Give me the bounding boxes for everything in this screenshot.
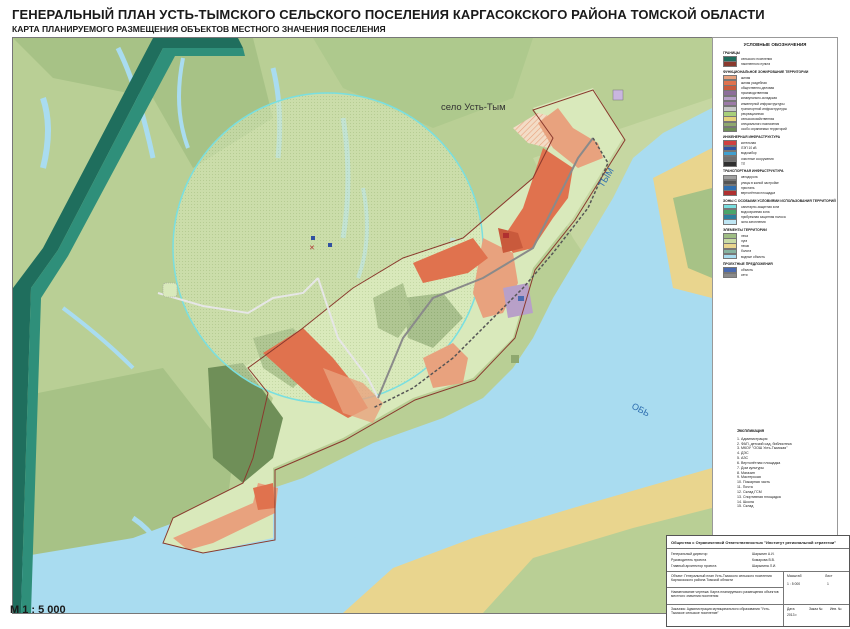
- stamp-customer: Заказчик: Администрация муниципального о…: [671, 607, 770, 615]
- legend-label: очистные сооружения: [741, 156, 774, 161]
- legend-section-heading: ТРАНСПОРТНАЯ ИНФРАСТРУКТУРА: [723, 169, 784, 174]
- legend-label: автодорога: [741, 175, 758, 180]
- legend-title: УСЛОВНЫЕ ОБОЗНАЧЕНИЯ: [743, 42, 807, 47]
- page-subtitle: КАРТА ПЛАНИРУЕМОГО РАЗМЕЩЕНИЯ ОБЪЕКТОВ М…: [12, 24, 386, 34]
- legend-label: прибрежная защитная полоса: [741, 214, 786, 219]
- legend-item: водные объекты: [713, 253, 837, 260]
- legend-label: луга: [741, 238, 748, 243]
- legend-label: сельскохозяйственная: [741, 117, 775, 122]
- legend-label: котельная: [741, 141, 757, 146]
- legend-label: водные объекты: [741, 254, 766, 259]
- legend-section-heading: ЗОНЫ С ОСОБЫМИ УСЛОВИЯМИ ИСПОЛЬЗОВАНИЯ Т…: [723, 198, 836, 203]
- date-caption: Дата: [787, 607, 795, 611]
- stamp-rule: [667, 548, 849, 549]
- legend-label: ТП: [741, 161, 746, 166]
- stamp-name: Комарова В.В.: [752, 558, 775, 562]
- legend-label: сети: [741, 273, 748, 278]
- legend-label: сельского поселения: [741, 56, 772, 61]
- legend-swatch: [723, 219, 737, 226]
- legend-section-heading: ИНЖЕНЕРНАЯ ИНФРАСТРУКТУРА: [723, 135, 781, 140]
- sheet-caption: Лист: [825, 574, 833, 578]
- legend-item: зона затопления: [713, 219, 837, 226]
- legend-label: населенного пункта: [741, 61, 771, 66]
- legend-item: особо охраняемых территорий: [713, 126, 837, 133]
- date-value: 2013 г.: [787, 613, 798, 617]
- stamp-drawing: Наименование чертежа: Карта планируемого…: [671, 590, 779, 598]
- legend-section-heading: ГРАНИЦЫ: [723, 50, 741, 55]
- legend-label: рекреационная: [741, 111, 764, 116]
- page-title: ГЕНЕРАЛЬНЫЙ ПЛАН УСТЬ-ТЫМСКОГО СЕЛЬСКОГО…: [12, 7, 765, 22]
- stamp-object: Объект: Генеральный план Усть-Тымского с…: [671, 574, 772, 582]
- legend-swatch: [723, 253, 737, 260]
- order-caption: Заказ №: [809, 607, 823, 611]
- legend-label: коммунально-складская: [741, 96, 777, 101]
- legend-swatch: [723, 161, 737, 167]
- legend-label: особо охраняемых территорий: [741, 127, 787, 132]
- legend-label: объекты: [741, 268, 754, 273]
- legend-section-heading: ЭЛЕМЕНТЫ ТЕРРИТОРИИ: [723, 227, 767, 232]
- legend-label: транспортной инфраструктуры: [741, 106, 787, 111]
- stamp-rule: [783, 571, 784, 626]
- facility-marker: [511, 355, 519, 363]
- organization-name: Общество с Ограниченной Ответственностью…: [671, 540, 837, 545]
- legend-item: ТП: [713, 161, 837, 167]
- stamp-rule: [667, 604, 849, 605]
- legend-label: ЛЭП 10 кВ: [741, 146, 757, 151]
- legend-label: пристань: [741, 185, 755, 190]
- stamp-role: Главный архитектор проекта: [671, 564, 717, 568]
- sheet-value: 1: [827, 582, 829, 586]
- facility-marker: [503, 233, 509, 238]
- facility-marker: [518, 296, 524, 301]
- legend-sections: ГРАНИЦЫ сельского поселения населенного пу…: [713, 50, 837, 279]
- legend-label: болота: [741, 249, 752, 254]
- legend-label: инженерной инфраструктуры: [741, 101, 785, 106]
- title-block: Общество с Ограниченной Ответственностью…: [666, 535, 850, 627]
- legend-item: населенного пункта: [713, 61, 837, 67]
- map-canvas[interactable]: ✕ село Усть-Тым ТЫМ ОБЬ: [12, 37, 713, 614]
- legend-label: пески: [741, 244, 750, 249]
- legend-label: жилая: [741, 75, 751, 80]
- legend-label: улицы в жилой застройке: [741, 180, 779, 185]
- legend-section-heading: ПРОЕКТНЫЕ ПРЕДЛОЖЕНИЯ: [723, 262, 773, 267]
- legend-section-heading: ФУНКЦИОНАЛЬНОЕ ЗОНИРОВАНИЕ ТЕРРИТОРИИ: [723, 69, 809, 74]
- legend-label: водоохранная зона: [741, 209, 770, 214]
- legend-item: сети: [713, 272, 837, 279]
- scale-value: 1 : 5 000: [787, 582, 801, 586]
- village-label: село Усть-Тым: [441, 102, 506, 113]
- map-svg: ✕ село Усть-Тым ТЫМ ОБЬ: [13, 38, 712, 613]
- legend-swatch: [723, 126, 737, 133]
- legend-swatch: [723, 190, 737, 196]
- explication: Экспликация 1. Администрация 2. ФАП, детс…: [737, 428, 834, 509]
- map-scale: М 1 : 5 000: [10, 604, 66, 616]
- legend-swatch: [723, 272, 737, 279]
- explication-item: 15. Склад: [737, 504, 754, 509]
- legend-label: общественно-деловая: [741, 85, 775, 90]
- legend-label: производственная: [741, 91, 769, 96]
- facility-marker: [612, 89, 624, 101]
- stamp-name: Шарыпин А.И.: [752, 552, 775, 556]
- stamp-rule: [667, 587, 783, 588]
- facility-marker: [162, 282, 178, 298]
- explication-list: 1. Администрация 2. ФАП, детский сад, биб…: [737, 437, 834, 510]
- stamp-role: Руководитель проекта: [671, 558, 707, 562]
- legend-label: водозабор: [741, 151, 757, 156]
- legend-swatch: [723, 61, 737, 67]
- stamp-rule: [667, 571, 849, 572]
- inventory-caption: Инв. №: [830, 607, 842, 611]
- legend-label: вертолётная площадка: [741, 190, 776, 195]
- facility-marker: [311, 236, 315, 240]
- scale-caption: Масштаб: [787, 574, 802, 578]
- facility-marker: [328, 243, 332, 247]
- stamp-name: Шарыпина Л.И.: [752, 564, 777, 568]
- helipad-marker: ✕: [309, 245, 315, 252]
- explication-title: Экспликация: [737, 428, 765, 433]
- legend-label: леса: [741, 233, 748, 238]
- legend-label: зона затопления: [741, 220, 766, 225]
- legend-label: санитарно-защитная зона: [741, 204, 780, 209]
- stamp-role: Генеральный директор: [671, 552, 708, 556]
- legend-label: специального назначения: [741, 122, 780, 127]
- legend-item: вертолётная площадка: [713, 190, 837, 196]
- legend-label: жилая усадебная: [741, 80, 767, 85]
